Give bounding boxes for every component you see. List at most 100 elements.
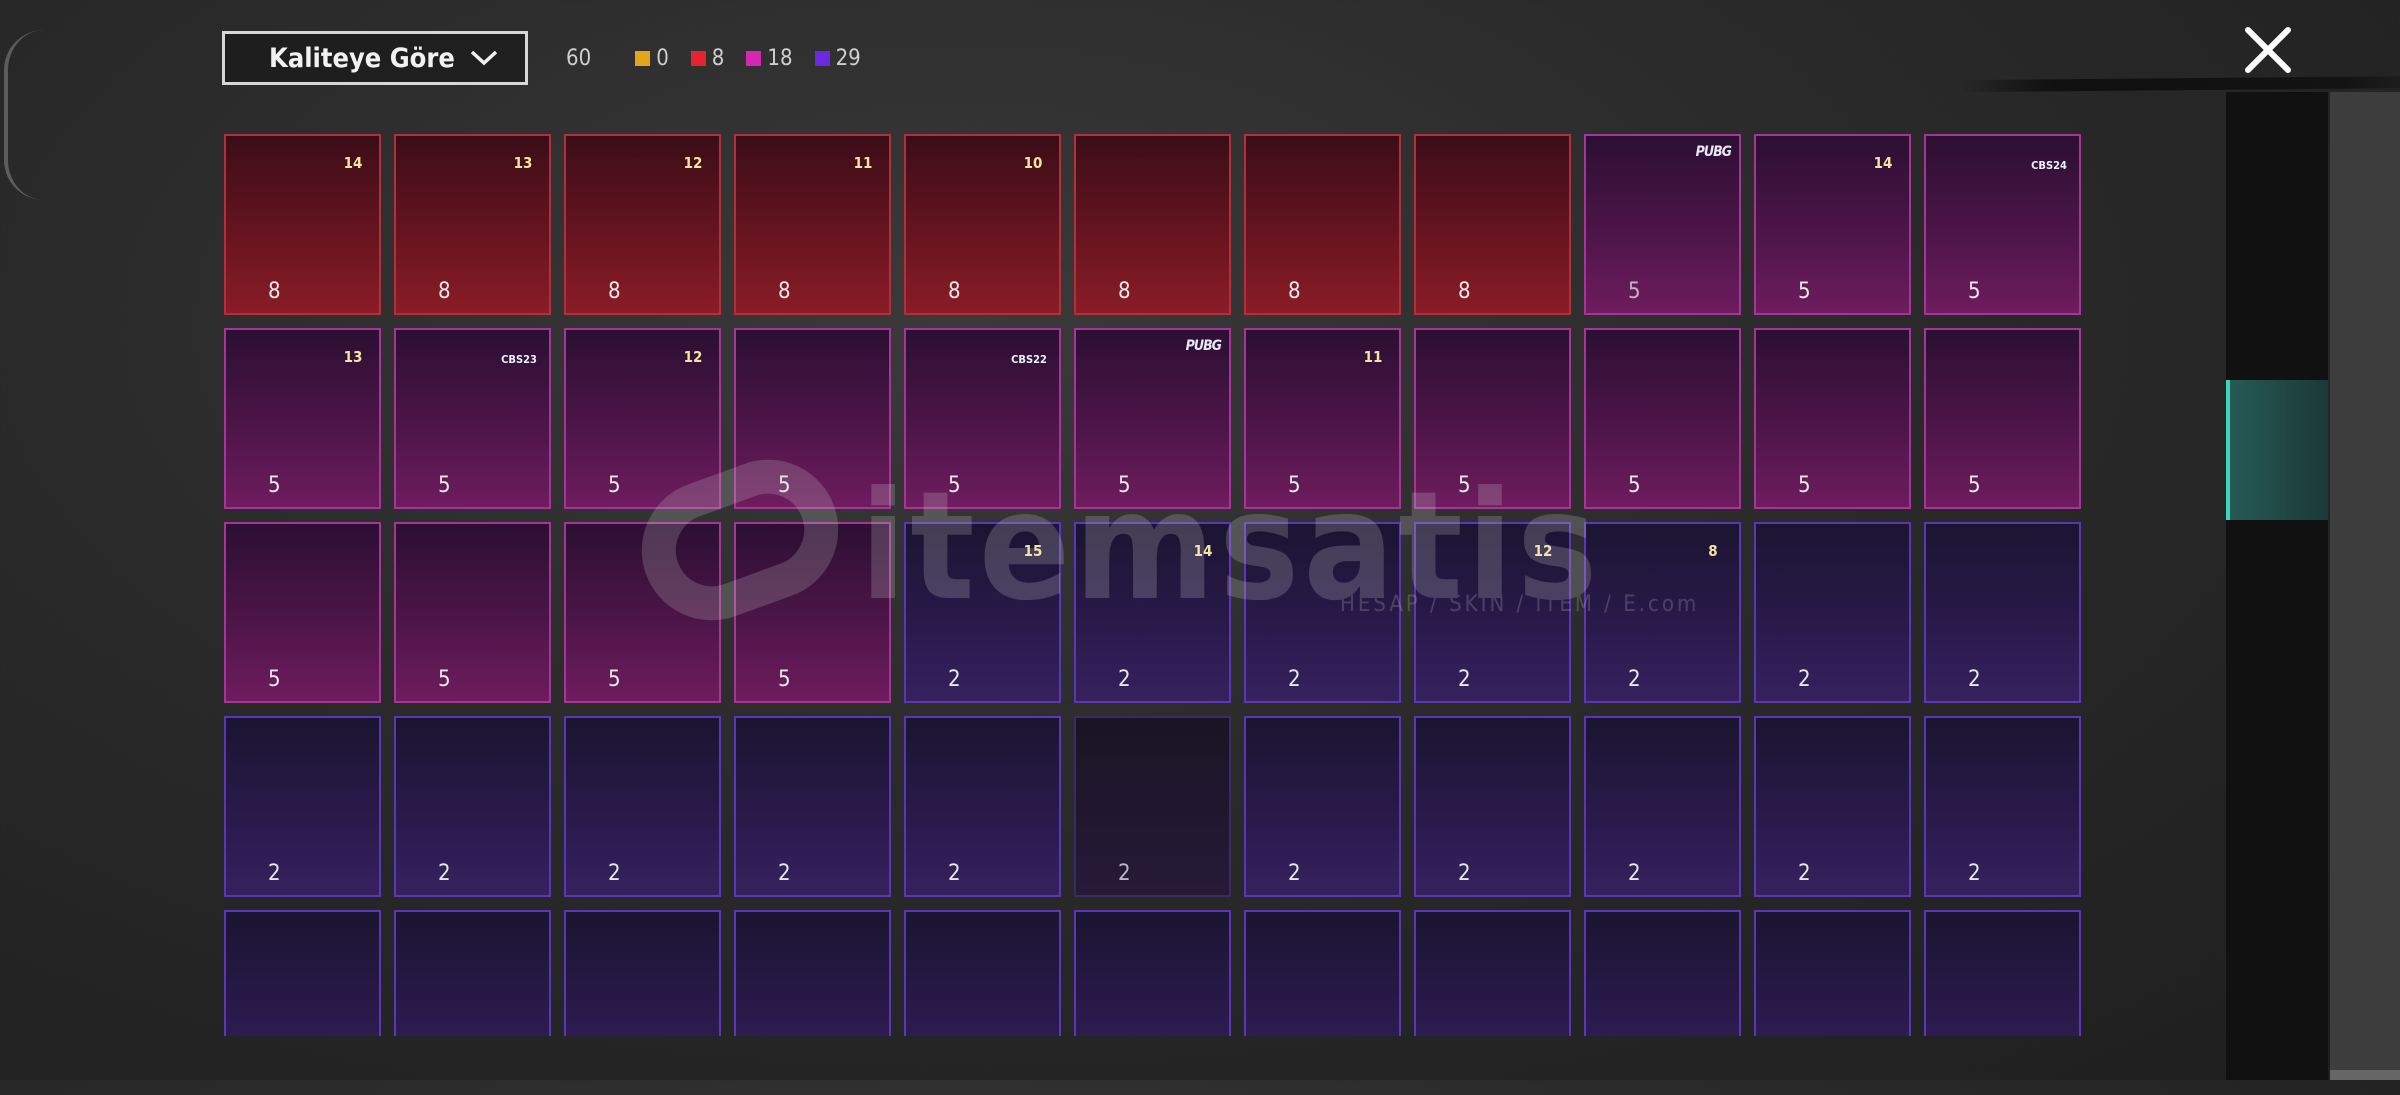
- value-badge: 2: [1252, 663, 1301, 695]
- silver-helmet-icon: [1778, 740, 1888, 850]
- value-badge-text: 8: [438, 278, 451, 304]
- item-card[interactable]: 2: [1414, 716, 1571, 897]
- diamond-icon: [1422, 469, 1454, 501]
- scrollbar-thumb[interactable]: [2330, 1070, 2400, 1080]
- item-card[interactable]: 5: [1414, 328, 1571, 509]
- item-card[interactable]: [904, 910, 1061, 1036]
- item-card[interactable]: 2: [1754, 522, 1911, 703]
- item-card[interactable]: 5: [1924, 328, 2081, 509]
- item-card[interactable]: [224, 910, 381, 1036]
- item-card[interactable]: CBS24 5: [1924, 134, 2081, 315]
- diamond-icon: [1762, 857, 1794, 889]
- item-card[interactable]: 13 5: [224, 328, 381, 509]
- item-card[interactable]: 2: [1074, 716, 1231, 897]
- item-card[interactable]: 8: [1074, 134, 1231, 315]
- value-badge-text: 2: [948, 666, 961, 692]
- item-card[interactable]: 12 2: [1414, 522, 1571, 703]
- sort-dropdown[interactable]: Kaliteye Göre: [222, 31, 528, 85]
- filter-bar: Kaliteye Göre 60 0 8 18 29: [222, 30, 883, 86]
- value-badge: 5: [232, 469, 281, 501]
- item-card[interactable]: [564, 910, 721, 1036]
- item-card[interactable]: 13 8: [394, 134, 551, 315]
- item-card[interactable]: 5: [564, 522, 721, 703]
- item-card[interactable]: [1414, 910, 1571, 1036]
- item-card[interactable]: 5: [1584, 328, 1741, 509]
- item-card[interactable]: 82: [1584, 522, 1741, 703]
- item-card[interactable]: 2: [1754, 716, 1911, 897]
- item-card[interactable]: 2: [394, 716, 551, 897]
- item-card[interactable]: 2: [904, 716, 1061, 897]
- item-card[interactable]: CBS23 5: [394, 328, 551, 509]
- tab-hat[interactable]: [2226, 380, 2328, 520]
- item-card[interactable]: 2: [564, 716, 721, 897]
- tab-helmet[interactable]: [2226, 240, 2328, 380]
- tab-outfit[interactable]: [2226, 100, 2328, 240]
- item-card[interactable]: 11 8: [734, 134, 891, 315]
- item-card[interactable]: 12 5: [564, 328, 721, 509]
- value-badge-text: 8: [778, 278, 791, 304]
- mushroom-hat-icon: [1438, 740, 1548, 850]
- item-card[interactable]: 2: [1924, 716, 2081, 897]
- level-badge-value: 12: [683, 348, 703, 366]
- item-card[interactable]: 5: [394, 522, 551, 703]
- level-badge-value: 14: [1193, 542, 1213, 560]
- item-card[interactable]: [734, 910, 891, 1036]
- sidebar-scrollbar[interactable]: [2330, 92, 2400, 1080]
- item-card[interactable]: 14 8: [224, 134, 381, 315]
- diamond-icon: [402, 663, 434, 695]
- diamond-icon: [742, 857, 774, 889]
- tab-mask[interactable]: [2226, 670, 2328, 810]
- item-card[interactable]: [1244, 910, 1401, 1036]
- item-card[interactable]: [1924, 910, 2081, 1036]
- item-card[interactable]: 5: [1754, 328, 1911, 509]
- item-card[interactable]: [394, 910, 551, 1036]
- rarity-count-value: 18: [767, 45, 793, 71]
- level-badge-value: 14: [1873, 154, 1893, 172]
- item-card[interactable]: CBS22 5: [904, 328, 1061, 509]
- item-card[interactable]: 2: [1244, 522, 1401, 703]
- bucket-hat-icon: [1778, 934, 1888, 1036]
- item-card[interactable]: 14 5: [1754, 134, 1911, 315]
- item-card[interactable]: PUBG 5: [1074, 328, 1231, 509]
- level-badge-value: 13: [343, 348, 363, 366]
- diamond-icon: [232, 275, 264, 307]
- value-badge-text: 2: [1458, 666, 1471, 692]
- diamond-icon: [232, 469, 264, 501]
- chevron-down-icon: [470, 50, 498, 66]
- tab-backpack[interactable]: [2226, 955, 2328, 1095]
- level-badge: 13: [505, 142, 541, 184]
- diamond-icon: [1932, 663, 1964, 695]
- item-card[interactable]: PUBG 5: [1584, 134, 1741, 315]
- item-card[interactable]: [1584, 910, 1741, 1036]
- item-card[interactable]: [1754, 910, 1911, 1036]
- item-card[interactable]: 5: [734, 522, 891, 703]
- diamond-icon: [742, 275, 774, 307]
- red-demon-mask-icon: [418, 546, 528, 656]
- value-badge-text: 5: [1628, 278, 1641, 304]
- value-badge-text: 5: [268, 666, 281, 692]
- item-card[interactable]: 5: [734, 328, 891, 509]
- diamond-icon: [232, 857, 264, 889]
- value-badge-text: 2: [1798, 860, 1811, 886]
- item-card[interactable]: 8: [1414, 134, 1571, 315]
- value-badge-text: 5: [268, 472, 281, 498]
- item-card[interactable]: 2: [224, 716, 381, 897]
- tab-jacket[interactable]: [2226, 810, 2328, 950]
- item-card[interactable]: 8: [1244, 134, 1401, 315]
- item-card[interactable]: 2: [1584, 716, 1741, 897]
- close-icon[interactable]: [2240, 22, 2296, 78]
- diamond-icon: [1422, 663, 1454, 695]
- item-card[interactable]: 12 8: [564, 134, 721, 315]
- item-card[interactable]: [1074, 910, 1231, 1036]
- item-card[interactable]: 10 8: [904, 134, 1061, 315]
- item-card[interactable]: 11 5: [1244, 328, 1401, 509]
- item-card[interactable]: 2: [1244, 716, 1401, 897]
- item-card[interactable]: 15 2: [904, 522, 1061, 703]
- item-card[interactable]: 2: [734, 716, 891, 897]
- white-cowboy-hat-icon: [1098, 158, 1208, 268]
- tab-eyewear[interactable]: [2226, 520, 2328, 660]
- item-card[interactable]: 2: [1924, 522, 2081, 703]
- item-card[interactable]: 5: [224, 522, 381, 703]
- item-card[interactable]: 14 2: [1074, 522, 1231, 703]
- orange-crown-hat-icon: [1948, 352, 2058, 462]
